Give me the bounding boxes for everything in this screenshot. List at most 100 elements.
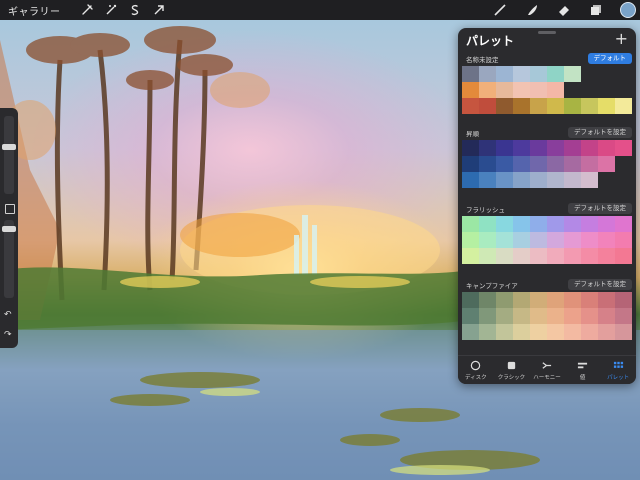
brush-size-thumb[interactable] — [2, 144, 16, 150]
color-swatch[interactable] — [581, 216, 598, 232]
color-swatch[interactable] — [479, 216, 496, 232]
palette-name[interactable]: 昇順 — [466, 128, 479, 138]
add-palette-button[interactable]: + — [615, 29, 628, 48]
color-swatch[interactable] — [513, 232, 530, 248]
color-swatch[interactable] — [564, 156, 581, 172]
color-swatch[interactable] — [462, 292, 479, 308]
color-swatch[interactable] — [479, 292, 496, 308]
color-swatch[interactable] — [615, 292, 632, 308]
color-swatch[interactable] — [547, 98, 564, 114]
wrench-icon[interactable] — [79, 2, 95, 18]
color-swatch[interactable] — [496, 232, 513, 248]
color-swatch[interactable] — [581, 172, 598, 188]
color-swatch[interactable] — [564, 66, 581, 82]
color-swatch[interactable] — [479, 308, 496, 324]
color-swatch[interactable] — [598, 216, 615, 232]
selection-icon[interactable] — [127, 2, 143, 18]
color-swatch[interactable] — [547, 140, 564, 156]
nav-harmony[interactable]: ハーモニー — [529, 356, 565, 384]
color-swatch[interactable] — [530, 98, 547, 114]
color-swatch[interactable] — [581, 324, 598, 340]
color-swatch[interactable] — [462, 66, 479, 82]
set-default-button[interactable]: デフォルトを設定 — [568, 279, 632, 290]
color-swatch[interactable] — [615, 98, 632, 114]
nav-disc[interactable]: ディスク — [458, 356, 494, 384]
color-swatch[interactable] — [564, 308, 581, 324]
color-swatch[interactable] — [564, 232, 581, 248]
color-swatch[interactable] — [496, 82, 513, 98]
empty-swatch[interactable] — [615, 156, 632, 172]
color-swatch[interactable] — [462, 248, 479, 264]
color-swatch[interactable] — [462, 172, 479, 188]
redo-icon[interactable]: ↷ — [4, 330, 12, 340]
color-swatch[interactable] — [513, 66, 530, 82]
color-swatch[interactable] — [564, 172, 581, 188]
layers-icon[interactable] — [588, 2, 604, 18]
color-swatch[interactable] — [462, 98, 479, 114]
color-swatch[interactable] — [530, 216, 547, 232]
color-swatch[interactable] — [581, 308, 598, 324]
color-swatch[interactable] — [530, 324, 547, 340]
color-swatch[interactable] — [615, 216, 632, 232]
color-swatch[interactable] — [564, 248, 581, 264]
magic-wand-icon[interactable] — [103, 2, 119, 18]
color-swatch[interactable] — [615, 324, 632, 340]
color-swatch[interactable] — [496, 172, 513, 188]
color-swatch[interactable] — [530, 232, 547, 248]
empty-swatch[interactable] — [581, 82, 598, 98]
color-swatch[interactable] — [598, 292, 615, 308]
palette-name[interactable]: フラリッシュ — [466, 204, 505, 214]
color-swatch[interactable] — [479, 232, 496, 248]
color-swatch[interactable] — [530, 292, 547, 308]
set-default-button[interactable]: デフォルトを設定 — [568, 203, 632, 214]
color-swatch[interactable] — [547, 172, 564, 188]
color-swatch[interactable] — [496, 98, 513, 114]
color-swatch[interactable] — [547, 324, 564, 340]
color-swatch[interactable] — [462, 156, 479, 172]
panel-grab-handle[interactable] — [538, 31, 556, 34]
transform-arrow-icon[interactable] — [151, 2, 167, 18]
color-swatch[interactable] — [564, 140, 581, 156]
smudge-icon[interactable] — [524, 2, 540, 18]
color-swatch[interactable] — [547, 308, 564, 324]
color-swatch[interactable] — [462, 324, 479, 340]
color-swatch[interactable] — [598, 248, 615, 264]
color-swatch[interactable] — [462, 232, 479, 248]
nav-palette[interactable]: パレット — [600, 356, 636, 384]
color-swatch[interactable] — [530, 66, 547, 82]
color-swatch[interactable] — [479, 172, 496, 188]
opacity-thumb[interactable] — [2, 226, 16, 232]
color-swatch[interactable] — [479, 98, 496, 114]
color-swatch[interactable] — [564, 216, 581, 232]
color-swatch[interactable] — [496, 66, 513, 82]
color-swatch[interactable] — [530, 140, 547, 156]
color-swatch[interactable] — [547, 156, 564, 172]
color-swatch[interactable] — [581, 156, 598, 172]
brush-size-slider[interactable] — [2, 116, 16, 194]
color-swatch[interactable] — [615, 232, 632, 248]
empty-swatch[interactable] — [598, 82, 615, 98]
color-swatch[interactable] — [479, 140, 496, 156]
color-swatch[interactable] — [530, 248, 547, 264]
color-swatch[interactable] — [496, 308, 513, 324]
color-swatch[interactable] — [496, 156, 513, 172]
empty-swatch[interactable] — [581, 66, 598, 82]
color-picker-button[interactable] — [620, 2, 636, 18]
color-swatch[interactable] — [581, 98, 598, 114]
color-swatch[interactable] — [496, 216, 513, 232]
empty-swatch[interactable] — [564, 82, 581, 98]
gallery-button[interactable]: ギャラリー — [8, 3, 61, 18]
empty-swatch[interactable] — [615, 172, 632, 188]
eraser-icon[interactable] — [556, 2, 572, 18]
color-swatch[interactable] — [496, 248, 513, 264]
color-swatch[interactable] — [496, 324, 513, 340]
color-swatch[interactable] — [496, 292, 513, 308]
color-swatch[interactable] — [462, 82, 479, 98]
color-swatch[interactable] — [513, 216, 530, 232]
color-swatch[interactable] — [598, 156, 615, 172]
color-swatch[interactable] — [530, 172, 547, 188]
color-swatch[interactable] — [547, 232, 564, 248]
color-swatch[interactable] — [547, 216, 564, 232]
color-swatch[interactable] — [547, 82, 564, 98]
color-swatch[interactable] — [479, 324, 496, 340]
